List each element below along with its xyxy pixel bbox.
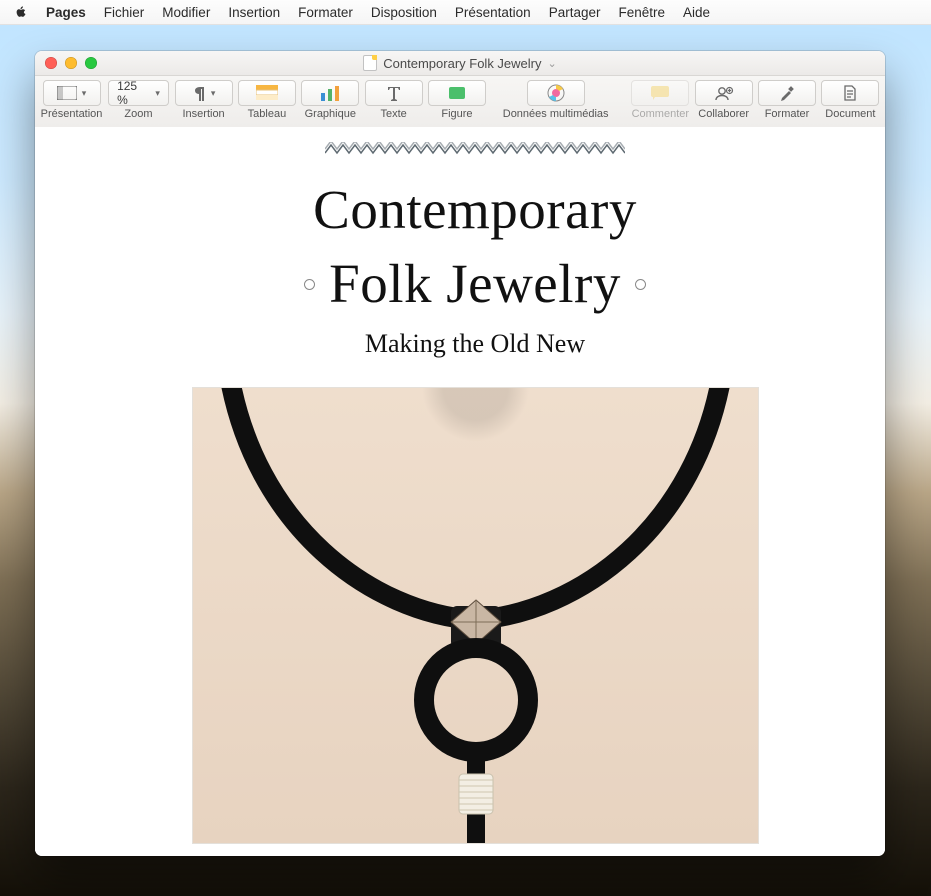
document-image[interactable] — [192, 387, 759, 844]
toolbar-presentation[interactable]: ▾ Présentation — [41, 80, 102, 120]
menubar-item-disposition[interactable]: Disposition — [371, 5, 437, 20]
chevron-down-icon[interactable]: ⌄ — [548, 57, 557, 70]
document-title-line2: Folk Jewelry — [329, 253, 621, 315]
document-icon — [843, 85, 857, 101]
collaborate-icon — [714, 85, 734, 101]
toolbar-label: Présentation — [41, 108, 103, 120]
format-brush-icon — [779, 85, 795, 101]
toolbar-label: Texte — [380, 108, 406, 120]
toolbar-label: Tableau — [248, 108, 287, 120]
apple-menu-icon[interactable] — [14, 5, 28, 19]
toolbar-label: Formater — [765, 108, 810, 120]
toolbar-formater[interactable]: Formater — [758, 80, 815, 120]
comment-icon — [650, 85, 670, 101]
toolbar-zoom[interactable]: 125 % ▾ Zoom — [108, 80, 169, 120]
toolbar-figure[interactable]: Figure — [428, 80, 485, 120]
toolbar-label: Données multimédias — [503, 108, 609, 120]
zoom-value: 125 % — [117, 79, 150, 107]
text-icon — [386, 85, 402, 101]
close-button[interactable] — [45, 57, 57, 69]
toolbar-texte[interactable]: Texte — [365, 80, 422, 120]
toolbar-label: Commenter — [632, 108, 689, 120]
menubar-item-fichier[interactable]: Fichier — [104, 5, 145, 20]
window-title-text: Contemporary Folk Jewelry — [383, 56, 541, 71]
window-controls — [35, 57, 97, 69]
menubar-item-insertion[interactable]: Insertion — [228, 5, 280, 20]
toolbar-label: Zoom — [124, 108, 152, 120]
toolbar-label: Document — [825, 108, 875, 120]
necklace-illustration — [193, 388, 758, 843]
toolbar-graphique[interactable]: Graphique — [302, 80, 359, 120]
toolbar-medias[interactable]: Données multimédias — [492, 80, 620, 120]
menubar-app-name[interactable]: Pages — [46, 5, 86, 20]
menubar-item-aide[interactable]: Aide — [683, 5, 710, 20]
toolbar-label: Graphique — [305, 108, 356, 120]
paragraph-icon — [192, 85, 206, 101]
document-subtitle[interactable]: Making the Old New — [135, 329, 815, 359]
toolbar-label: Figure — [441, 108, 472, 120]
decorative-zigzag — [135, 142, 815, 161]
toolbar-commenter: Commenter — [632, 80, 689, 120]
toolbar: ▾ Présentation 125 % ▾ Zoom ▾ Insertion T… — [35, 76, 885, 133]
menubar-item-presentation[interactable]: Présentation — [455, 5, 531, 20]
app-window: Contemporary Folk Jewelry ⌄ ▾ Présentati… — [35, 51, 885, 856]
document-title-line1: Contemporary — [135, 179, 815, 241]
macos-menubar: Pages Fichier Modifier Insertion Formate… — [0, 0, 931, 25]
media-icon — [547, 84, 565, 102]
toolbar-document[interactable]: Document — [822, 80, 879, 120]
toolbar-collaborer[interactable]: Collaborer — [695, 80, 752, 120]
menubar-item-partager[interactable]: Partager — [549, 5, 601, 20]
zoom-button[interactable] — [85, 57, 97, 69]
document-proxy-icon[interactable] — [363, 55, 377, 71]
menubar-item-fenetre[interactable]: Fenêtre — [618, 5, 665, 20]
toolbar-label: Collaborer — [698, 108, 749, 120]
chevron-down-icon: ▾ — [155, 88, 160, 99]
toolbar-tableau[interactable]: Tableau — [238, 80, 295, 120]
window-title: Contemporary Folk Jewelry ⌄ — [35, 55, 885, 71]
toolbar-insertion[interactable]: ▾ Insertion — [175, 80, 232, 120]
chevron-down-icon: ▾ — [82, 88, 87, 99]
table-icon — [256, 85, 278, 101]
decorative-ring-icon — [635, 279, 646, 290]
document-title[interactable]: Contemporary Folk Jewelry — [135, 179, 815, 315]
window-titlebar[interactable]: Contemporary Folk Jewelry ⌄ — [35, 51, 885, 76]
chart-icon — [319, 85, 341, 101]
document-canvas[interactable]: Contemporary Folk Jewelry Making the Old… — [35, 127, 885, 856]
view-icon — [57, 86, 77, 100]
chevron-down-icon: ▾ — [211, 88, 216, 99]
shape-icon — [448, 85, 466, 101]
minimize-button[interactable] — [65, 57, 77, 69]
decorative-ring-icon — [304, 279, 315, 290]
toolbar-label: Insertion — [182, 108, 224, 120]
page[interactable]: Contemporary Folk Jewelry Making the Old… — [135, 142, 815, 844]
menubar-item-modifier[interactable]: Modifier — [162, 5, 210, 20]
menubar-item-formater[interactable]: Formater — [298, 5, 353, 20]
